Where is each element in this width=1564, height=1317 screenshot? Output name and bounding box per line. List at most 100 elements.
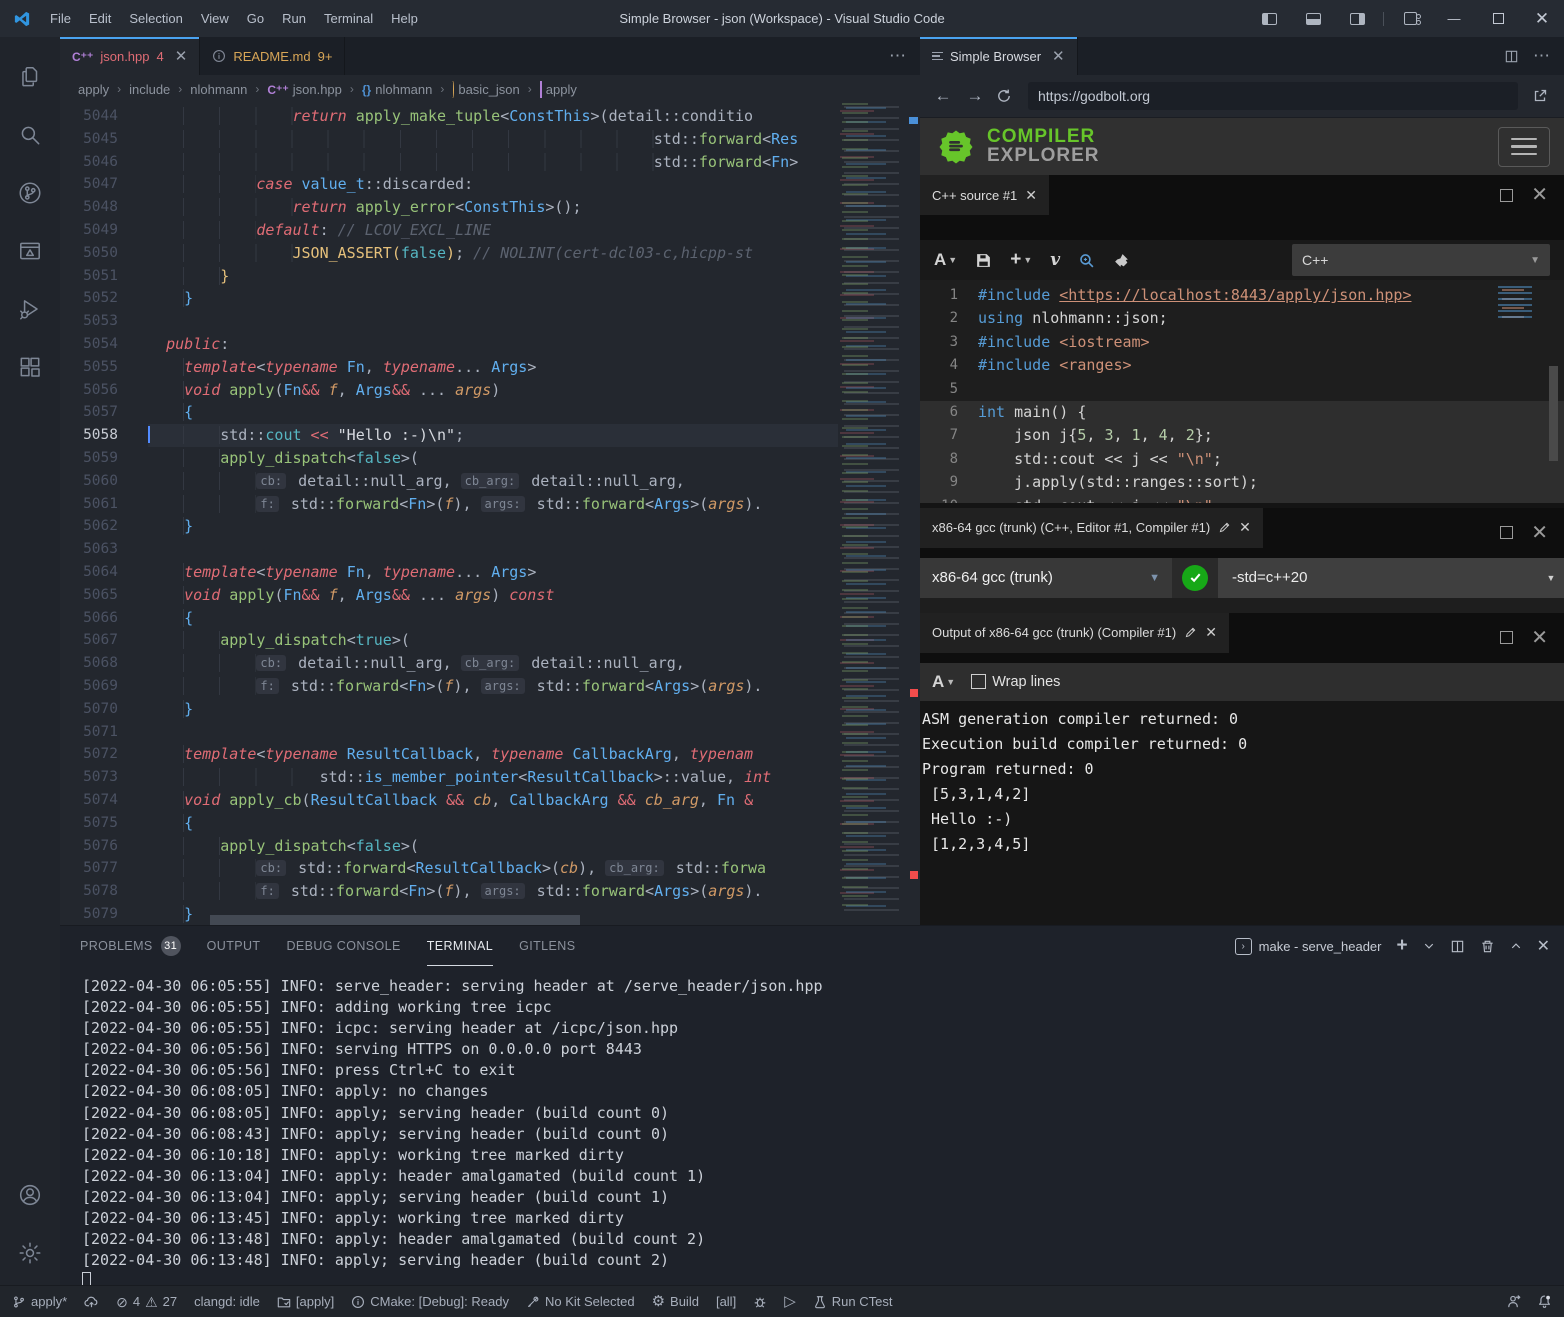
extensions-icon[interactable] <box>6 341 54 393</box>
menu-terminal[interactable]: Terminal <box>315 0 382 37</box>
layout-sidebar-left-icon[interactable] <box>1247 0 1291 37</box>
maximize-pane-icon[interactable] <box>1500 631 1513 644</box>
split-editor-icon[interactable] <box>1504 49 1519 64</box>
statusbar-cmake-project[interactable]: [apply] <box>277 1294 334 1309</box>
save-icon[interactable] <box>975 252 992 269</box>
options-dropdown-icon[interactable]: ▼ <box>1538 558 1564 598</box>
edit-title-icon[interactable] <box>1218 521 1231 534</box>
tab-json.hpp[interactable]: C⁺⁺json.hpp4✕ <box>60 37 200 75</box>
url-input[interactable]: https://godbolt.org <box>1028 82 1518 110</box>
close-panel-icon[interactable]: ✕ <box>1537 936 1550 956</box>
customize-layout-icon[interactable] <box>1388 0 1432 37</box>
search-icon[interactable] <box>6 109 54 161</box>
breadcrumb-item-nlohmann[interactable]: nlohmann <box>190 82 247 97</box>
statusbar-cmake-build[interactable]: ⚙Build <box>652 1294 699 1309</box>
vim-mode-icon[interactable]: v <box>1050 250 1060 270</box>
forward-icon[interactable]: → <box>964 86 986 106</box>
statusbar-ctest[interactable]: Run CTest <box>813 1294 893 1309</box>
panel-tab-gitlens[interactable]: GITLENS <box>519 926 575 966</box>
language-select[interactable]: C++▼ <box>1292 244 1550 276</box>
tab-README.md[interactable]: README.md9+ <box>200 37 345 75</box>
statusbar-build-target[interactable]: [all] <box>716 1294 736 1309</box>
panel-tab-output[interactable]: OUTPUT <box>207 926 261 966</box>
statusbar-clangd-status[interactable]: clangd: idle <box>194 1294 260 1309</box>
back-icon[interactable]: ← <box>932 86 954 106</box>
more-actions-icon[interactable]: ⋯ <box>889 46 906 66</box>
split-terminal-icon[interactable] <box>1450 939 1465 954</box>
open-external-icon[interactable] <box>1528 84 1552 108</box>
close-icon[interactable]: ✕ <box>1025 187 1037 204</box>
breadcrumb-item-json.hpp[interactable]: C⁺⁺json.hpp <box>267 82 342 97</box>
menu-go[interactable]: Go <box>238 0 273 37</box>
output-pane-tab[interactable]: Output of x86-64 gcc (trunk) (Compiler #… <box>920 613 1229 653</box>
statusbar-git-branch[interactable]: apply* <box>12 1294 67 1309</box>
breadcrumb-item-include[interactable]: include <box>129 82 170 97</box>
close-pane-icon[interactable]: ✕ <box>1531 185 1548 205</box>
compiler-pane-tab[interactable]: x86-64 gcc (trunk) (C++, Editor #1, Comp… <box>920 508 1263 548</box>
hamburger-menu-icon[interactable] <box>1498 127 1550 167</box>
font-size-icon[interactable]: A▼ <box>932 672 955 692</box>
files-icon[interactable] <box>6 51 54 103</box>
statusbar-notifications[interactable] <box>1537 1294 1552 1309</box>
menu-view[interactable]: View <box>192 0 238 37</box>
source-control-icon[interactable] <box>6 167 54 219</box>
menu-file[interactable]: File <box>41 0 80 37</box>
edit-title-icon[interactable] <box>1184 626 1197 639</box>
breadcrumb-item-nlohmann[interactable]: {}nlohmann <box>362 82 432 97</box>
maximize-pane-icon[interactable] <box>1500 189 1513 202</box>
new-terminal-icon[interactable]: + <box>1396 935 1407 957</box>
close-icon[interactable]: ✕ <box>1205 624 1217 641</box>
maximize-panel-icon[interactable] <box>1510 940 1522 952</box>
panel-tab-debug-console[interactable]: DEBUG CONSOLE <box>286 926 400 966</box>
statusbar-debug-target[interactable] <box>753 1295 767 1309</box>
minimap[interactable] <box>838 103 906 913</box>
menu-help[interactable]: Help <box>382 0 427 37</box>
close-pane-icon[interactable]: ✕ <box>1531 628 1548 648</box>
reload-icon[interactable] <box>996 88 1018 104</box>
statusbar-cmake-kit[interactable]: No Kit Selected <box>526 1294 635 1309</box>
compiler-select[interactable]: x86-64 gcc (trunk)▼ <box>920 558 1172 598</box>
statusbar-publish[interactable] <box>84 1294 99 1309</box>
compiler-explorer-logo[interactable]: COMPILEREXPLORER <box>934 125 1100 169</box>
search-icon[interactable] <box>1078 252 1095 269</box>
run-debug-icon[interactable] <box>6 283 54 335</box>
add-pane-icon[interactable]: +▼ <box>1010 249 1032 271</box>
source-pane-tab[interactable]: C++ source #1✕ <box>920 175 1049 215</box>
breadcrumb-item-apply[interactable]: apply <box>78 82 109 97</box>
menu-selection[interactable]: Selection <box>120 0 191 37</box>
settings-icon[interactable] <box>6 1227 54 1279</box>
maximize-pane-icon[interactable] <box>1500 526 1513 539</box>
close-pane-icon[interactable]: ✕ <box>1531 523 1548 543</box>
close-icon[interactable]: ✕ <box>1239 519 1251 536</box>
close-tab-icon[interactable]: ✕ <box>175 47 188 65</box>
tab-simple-browser[interactable]: Simple Browser ✕ <box>920 37 1078 75</box>
cmake-panel-icon[interactable] <box>6 225 54 277</box>
code-editor[interactable]: 5044 return apply_make_tuple<ConstThis>(… <box>60 103 920 925</box>
ce-scrollbar[interactable] <box>1549 366 1558 461</box>
compiler-options-input[interactable]: -std=c++20 <box>1218 558 1538 598</box>
pin-icon[interactable] <box>1113 252 1130 269</box>
terminal-session[interactable]: › make - serve_header <box>1235 938 1382 955</box>
wrap-lines-checkbox[interactable] <box>971 674 986 689</box>
close-tab-icon[interactable]: ✕ <box>1052 47 1065 65</box>
layout-panel-icon[interactable] <box>1291 0 1335 37</box>
horizontal-scrollbar[interactable] <box>148 915 838 925</box>
account-icon[interactable] <box>6 1169 54 1221</box>
maximize-button[interactable] <box>1476 0 1520 37</box>
layout-sidebar-right-icon[interactable] <box>1335 0 1379 37</box>
menu-run[interactable]: Run <box>273 0 315 37</box>
statusbar-launch-target[interactable]: ▷ <box>784 1294 796 1309</box>
minimize-button[interactable]: — <box>1432 0 1476 37</box>
close-window-button[interactable]: ✕ <box>1520 0 1564 37</box>
font-size-icon[interactable]: A▼ <box>934 250 957 270</box>
statusbar-problems[interactable]: ⊘4⚠27 <box>116 1294 177 1309</box>
breadcrumb-item-apply[interactable]: apply <box>540 82 577 97</box>
terminal-dropdown-icon[interactable] <box>1423 940 1435 952</box>
breadcrumb[interactable]: apply›include›nlohmann›C⁺⁺json.hpp›{}nlo… <box>60 75 920 103</box>
kill-terminal-icon[interactable] <box>1480 939 1495 954</box>
menu-edit[interactable]: Edit <box>80 0 120 37</box>
panel-tab-terminal[interactable]: TERMINAL <box>427 926 493 966</box>
panel-tab-problems[interactable]: PROBLEMS31 <box>80 926 181 966</box>
ce-source-editor[interactable]: 1#include <https://localhost:8443/apply/… <box>920 280 1564 503</box>
more-actions-icon[interactable]: ⋯ <box>1533 46 1550 66</box>
